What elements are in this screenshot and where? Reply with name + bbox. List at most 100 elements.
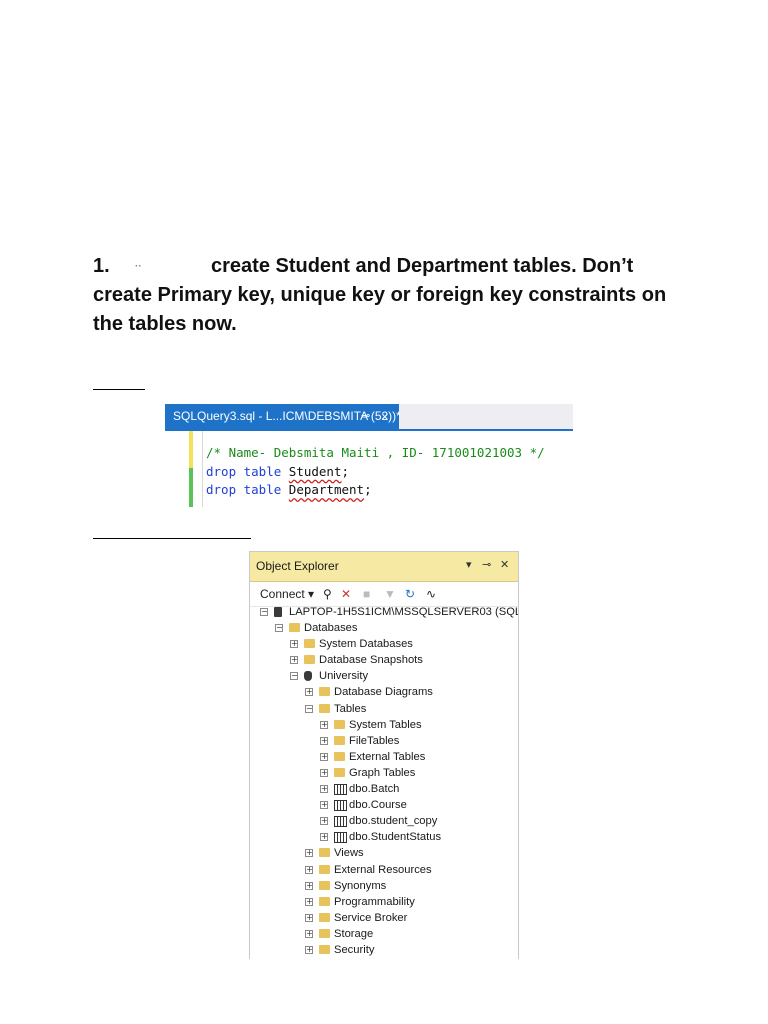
folder-icon — [319, 848, 330, 858]
refresh-icon[interactable]: ↻ — [405, 587, 415, 601]
expand-icon[interactable]: + — [290, 656, 298, 665]
tree-node-label: Storage — [334, 927, 374, 940]
tree-node[interactable]: + dbo.Course — [250, 797, 518, 813]
expand-icon[interactable]: + — [305, 929, 313, 938]
tree-node-label: Views — [334, 847, 364, 860]
faint-mark: ·· — [135, 261, 142, 272]
expand-icon[interactable]: + — [305, 865, 313, 874]
tree-node[interactable]: − University — [250, 668, 518, 684]
filter-icon[interactable]: ▼ — [384, 587, 396, 601]
tree-node[interactable]: + System Databases — [250, 636, 518, 652]
expand-icon[interactable]: + — [320, 833, 328, 842]
folder-icon — [319, 687, 330, 697]
tree-node[interactable]: + Views — [250, 845, 518, 861]
plug-icon[interactable]: ⚲ — [323, 587, 332, 601]
pin-icon[interactable]: ⊸ — [361, 404, 370, 429]
expand-icon[interactable]: + — [320, 736, 328, 745]
disconnect-icon[interactable]: ✕ — [341, 587, 351, 601]
tree-node[interactable]: + External Resources — [250, 862, 518, 878]
folder-icon — [289, 623, 300, 633]
folder-icon — [334, 735, 345, 745]
tree-node[interactable]: + Database Diagrams — [250, 684, 518, 700]
tree-node[interactable]: + External Tables — [250, 749, 518, 765]
expand-icon[interactable]: + — [305, 945, 313, 954]
folder-icon — [334, 751, 345, 761]
close-icon[interactable]: × — [381, 404, 389, 429]
folder-icon — [319, 944, 330, 954]
tree-node[interactable]: + Graph Tables — [250, 765, 518, 781]
tree-node-label: System Tables — [349, 718, 422, 731]
tree-node[interactable]: + Programmability — [250, 894, 518, 910]
tree-node[interactable]: + Storage — [250, 926, 518, 942]
tree-node-label: University — [319, 670, 369, 683]
collapse-icon[interactable]: − — [275, 624, 283, 633]
expand-icon[interactable]: + — [320, 817, 328, 826]
expand-icon[interactable]: + — [320, 768, 328, 777]
expand-icon[interactable]: + — [320, 785, 328, 794]
server-icon — [274, 607, 282, 617]
folder-icon — [334, 719, 345, 729]
code-area[interactable]: /* Name- Debsmita Maiti , ID- 1710010210… — [206, 444, 545, 500]
tree-node[interactable]: + dbo.StudentStatus — [250, 829, 518, 845]
tree-node[interactable]: − Databases — [250, 620, 518, 636]
tree-node[interactable]: + FileTables — [250, 733, 518, 749]
code-identifier: Student — [288, 463, 342, 479]
tree-node-label: dbo.Batch — [349, 783, 400, 796]
code-comment: /* Name- Debsmita Maiti , ID- 1710010210… — [206, 445, 545, 460]
expand-icon[interactable]: + — [320, 752, 328, 761]
tree-node[interactable]: + System Tables — [250, 717, 518, 733]
collapse-icon[interactable]: − — [290, 672, 298, 681]
change-marker-green — [189, 468, 193, 507]
tree-node-label: Databases — [304, 622, 358, 635]
expand-icon[interactable]: + — [305, 897, 313, 906]
expand-icon[interactable]: + — [305, 849, 313, 858]
object-explorer-titlebar: Object Explorer ▾ ⊸ ✕ — [250, 552, 518, 582]
tree-node-label: Service Broker — [334, 911, 408, 924]
tree-node-label: System Databases — [319, 638, 413, 651]
tree-node-label: Tables — [334, 702, 367, 715]
folder-icon — [334, 767, 345, 777]
activity-icon[interactable]: ∿ — [426, 587, 436, 601]
expand-icon[interactable]: + — [320, 720, 328, 729]
stop-icon[interactable]: ■ — [363, 587, 370, 601]
question-number: 1. — [93, 255, 110, 277]
question-text-line1: create Student and Department tables. Do… — [211, 255, 634, 277]
code-semicolon: ; — [364, 482, 372, 497]
folder-icon — [304, 639, 315, 649]
object-explorer-panel: Object Explorer ▾ ⊸ ✕ Connect ▾ ⚲ ✕ ■ ▼ … — [249, 551, 519, 959]
folder-icon — [304, 655, 315, 665]
table-icon — [334, 832, 347, 844]
tree-node[interactable]: − LAPTOP-1H5S1ICM\MSSQLSERVER03 (SQL S — [250, 604, 518, 620]
code-keyword: drop table — [206, 463, 282, 479]
tree-node-label: Database Diagrams — [334, 686, 433, 699]
tree-node-label: Security — [334, 943, 375, 956]
tree-node[interactable]: − Tables — [250, 701, 518, 717]
expand-icon[interactable]: + — [320, 801, 328, 810]
connect-button[interactable]: Connect ▾ — [260, 587, 314, 601]
tree-node-label: FileTables — [349, 734, 400, 747]
pin-icon[interactable]: ⊸ — [482, 558, 491, 571]
collapse-icon[interactable]: − — [305, 704, 313, 713]
dropdown-icon[interactable]: ▾ — [466, 558, 472, 571]
editor-tab[interactable]: SQLQuery3.sql - L...ICM\DEBSMITA (52))* … — [165, 404, 401, 429]
folder-icon — [319, 928, 330, 938]
expand-icon[interactable]: + — [305, 688, 313, 697]
expand-icon[interactable]: + — [305, 913, 313, 922]
code-semicolon: ; — [341, 463, 350, 479]
table-icon — [334, 816, 347, 828]
collapse-icon[interactable]: − — [260, 608, 268, 616]
expand-icon[interactable]: + — [305, 881, 313, 890]
tree-node[interactable]: + Service Broker — [250, 910, 518, 926]
tree-node-label: Database Snapshots — [319, 654, 423, 667]
underline-rule — [93, 389, 145, 390]
tree-node[interactable]: + dbo.student_copy — [250, 813, 518, 829]
tree-node[interactable]: + Database Snapshots — [250, 652, 518, 668]
close-icon[interactable]: ✕ — [500, 558, 509, 571]
expand-icon[interactable]: + — [290, 640, 298, 649]
folder-icon — [319, 896, 330, 906]
tree-node[interactable]: + Security — [250, 942, 518, 958]
tree-node-label: dbo.StudentStatus — [349, 831, 442, 844]
tree-node[interactable]: + Synonyms — [250, 878, 518, 894]
folder-icon — [319, 880, 330, 890]
tree-node[interactable]: + dbo.Batch — [250, 781, 518, 797]
